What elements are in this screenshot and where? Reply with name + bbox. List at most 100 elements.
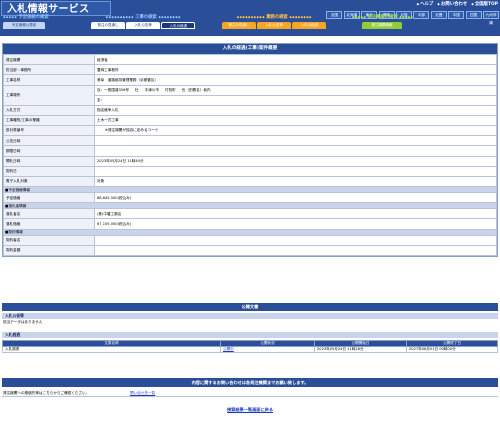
field-value xyxy=(94,135,497,147)
field-label: 契約金額 xyxy=(3,244,95,257)
contact-list-link[interactable]: 問い合せ先一覧 xyxy=(130,391,155,395)
region-tab-kinki[interactable]: 近畿 xyxy=(430,11,447,19)
detail-row: 契約金額 xyxy=(3,244,497,257)
document-end: 2027年06月01日 00時00分 xyxy=(406,345,498,353)
detail-row: 工事種別/工事の業種 土木一式工事 xyxy=(3,114,497,126)
document-name: 入札調書 xyxy=(2,345,221,353)
field-label: 担当部・事務所 xyxy=(3,64,95,76)
field-label: 落札価格 xyxy=(3,218,95,230)
field-label: 公告日時 xyxy=(3,135,95,147)
nav-button-service-notice[interactable]: 入札公告等 xyxy=(257,22,292,29)
region-tab-kyushu[interactable]: 九州沖縄 xyxy=(483,11,499,25)
nav-button-construction-notice[interactable]: 入札公告等 xyxy=(126,22,161,29)
header-divider xyxy=(0,36,500,38)
detail-row-location: 工事場所 自：一般国道356号杜中津川市 付知町 也（田養名）坂内 至： xyxy=(3,84,497,106)
detail-row: 契約者名 xyxy=(3,234,497,246)
nav-button-construction-outlook[interactable]: 発注の見通し xyxy=(91,22,125,29)
detail-row: 予定価格 88,645,500(税込み) xyxy=(3,192,497,204)
contact-title: 内容に関するお問い合わせは各発注機関までお願い致します。 xyxy=(2,378,498,387)
detail-row: 公告日時 xyxy=(3,135,497,147)
back-to-results-link[interactable]: 検索結果一覧画面に戻る xyxy=(227,407,273,412)
history-section-head: 入札経過 xyxy=(2,332,498,338)
detail-row: 落札者名 (株)中農工務店 xyxy=(3,208,497,220)
field-label: 入札方式 xyxy=(3,104,95,116)
field-value: ※発注機関が独自に定めるコード xyxy=(94,124,497,137)
detail-row: 契約日 xyxy=(3,165,497,177)
field-label: 工事名称 xyxy=(3,74,95,86)
panel-title: 入札の経過(工事)案件概要 xyxy=(3,44,497,54)
detail-row: 工事名称 美幸 道路維持管理業務（京都管区） xyxy=(3,74,497,86)
table-row: 入札調書 公開中 2023年05月24日 11時26分 2027年06月01日 … xyxy=(2,345,498,353)
field-label: 発注機関 xyxy=(3,53,95,66)
nav-button-construction-history[interactable]: 入札の経過 xyxy=(161,22,196,29)
nav-button-agency-info[interactable]: 発注機関情報 xyxy=(362,22,402,29)
field-label: 契約日 xyxy=(3,165,95,177)
detail-row: 発注機関 経済省 xyxy=(3,53,497,66)
region-tab-chugoku[interactable]: 中国 xyxy=(448,11,465,19)
field-value: 豊岡工事務所 xyxy=(94,64,497,76)
location-from: 自：一般国道356号杜中津川市 付知町 也（田養名）坂内 xyxy=(97,88,211,93)
documents-table: 文書名称 公開状況 公開開始日 公開終了日 入札調書 公開中 2023年05月2… xyxy=(2,340,498,353)
field-label: 期限日時 xyxy=(3,145,95,157)
field-value: 指名競争入札 xyxy=(94,104,497,116)
field-value xyxy=(94,244,497,257)
nav-group-service: ◆◆◆◆◆◆◆◆◆◆ 業務の検索 ◆◆◆◆◆◆◆◆ 発注の見通し 入札公告等 入… xyxy=(222,14,327,29)
contact-row: 発注機関への連絡先等はこちらからご確認ください。 問い合せ先一覧 xyxy=(2,389,498,397)
region-tab-shikoku[interactable]: 四国 xyxy=(465,11,482,19)
nav-group-construction: ◆◆◆◆◆◆◆◆◆◆ 工事の検索 ◆◆◆◆◆◆◆◆ 発注の見通し 入札公告等 入… xyxy=(91,14,196,29)
contact-link[interactable]: お問い合わせ xyxy=(437,2,467,7)
field-value: 67,155,000(税込み) xyxy=(94,218,497,230)
nav-title-price: ◆◆◆◆◆ 予定価格の検索 xyxy=(3,15,49,20)
document-start: 2023年05月24日 11時26分 xyxy=(314,345,407,353)
case-detail-table: 発注機関 経済省 担当部・事務所 豊岡工事務所 工事名称 美幸 道路維持管理業務… xyxy=(3,53,497,257)
field-value: 経済省 xyxy=(94,53,497,66)
location-value: 自：一般国道356号杜中津川市 付知町 也（田養名）坂内 至： xyxy=(94,84,497,106)
notice-empty-text: 該当データはありません xyxy=(3,320,43,324)
nav-title-service: ◆◆◆◆◆◆◆◆◆◆ 業務の検索 ◆◆◆◆◆◆◆◆ xyxy=(236,15,312,20)
field-value xyxy=(94,234,497,246)
field-label: 工事場所 xyxy=(3,84,95,106)
nav-title-construction: ◆◆◆◆◆◆◆◆◆◆ 工事の検索 ◆◆◆◆◆◆◆◆ xyxy=(105,15,181,20)
field-label: 予定価格 xyxy=(3,192,95,204)
field-value: 2023年05月24日 11時40分 xyxy=(94,155,497,167)
case-summary-panel: 入札の経過(工事)案件概要 発注機関 経済省 担当部・事務所 豊岡工事務所 工事… xyxy=(2,43,498,257)
field-label: 開札日時 xyxy=(3,155,95,167)
nav-group-agency: ◆◆◆◆◆ 発注機関の検索 ◆◆◆◆◆ 発注機関情報 xyxy=(352,14,413,29)
national-top-link[interactable]: 全国版TOP xyxy=(471,2,498,7)
field-value: 土木一式工事 xyxy=(94,114,497,126)
back-to-results: 検索結果一覧画面に戻る xyxy=(0,407,500,413)
detail-row: 期限日時 xyxy=(3,145,497,157)
field-value: 美幸 道路維持管理業務（京都管区） xyxy=(94,74,497,86)
field-label: 落札者名 xyxy=(3,208,95,220)
field-value: 対象 xyxy=(94,175,497,188)
notice-section-head: 入札公告等 xyxy=(2,313,498,319)
detail-row: 電子入札対象 対象 xyxy=(3,175,497,188)
help-link[interactable]: ヘルプ xyxy=(417,2,433,7)
field-label: 工事種別/工事の業種 xyxy=(3,114,95,126)
detail-row: 入札方式 指名競争入札 xyxy=(3,104,497,116)
site-header: 入札情報サービス ヘルプ お問い合わせ 全国版TOP 全国 北海道 東北 関東 … xyxy=(0,0,500,38)
field-label: 契約者名 xyxy=(3,234,95,246)
field-value: (株)中農工務店 xyxy=(94,208,497,220)
field-value xyxy=(94,165,497,177)
nav-group-price: ◆◆◆◆◆ 予定価格の検索 予定価格公表前 xyxy=(3,14,49,29)
contact-text: 発注機関への連絡先等はこちらからご確認ください。 xyxy=(3,391,90,395)
detail-row: 担当部・事務所 豊岡工事務所 xyxy=(3,64,497,76)
document-status: 公開中 xyxy=(220,345,315,353)
public-docs-title: 公開文書 xyxy=(2,303,498,311)
detail-row: 設計書番号 ※発注機関が独自に定めるコード xyxy=(3,124,497,137)
detail-row: 落札価格 67,155,000(税込み) xyxy=(3,218,497,230)
field-label: 設計書番号 xyxy=(3,124,95,137)
region-tab-national[interactable]: 全国 xyxy=(326,11,343,19)
nav-button-price-before[interactable]: 予定価格公表前 xyxy=(3,22,45,29)
top-links: ヘルプ お問い合わせ 全国版TOP xyxy=(417,2,498,7)
field-label: 電子入札対象 xyxy=(3,175,95,188)
nav-title-agency: ◆◆◆◆◆ 発注機関の検索 ◆◆◆◆◆ xyxy=(352,15,414,20)
nav-button-service-history[interactable]: 入札の経過 xyxy=(292,22,327,29)
document-status-link[interactable]: 公開中 xyxy=(223,347,234,351)
field-value xyxy=(94,145,497,157)
location-to: 至： xyxy=(95,95,496,104)
nav-button-service-outlook[interactable]: 発注の見通し xyxy=(222,22,256,29)
field-value: 88,645,500(税込み) xyxy=(94,192,497,204)
region-tab-chubu[interactable]: 中部 xyxy=(413,11,430,19)
